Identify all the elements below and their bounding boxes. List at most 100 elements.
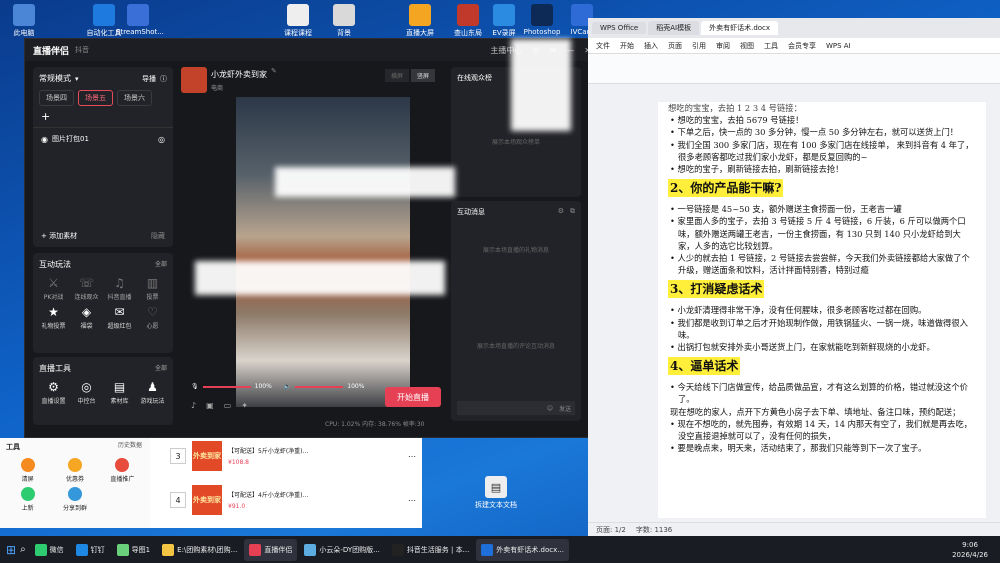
speaker-icon[interactable]: 🔈 [284,383,291,390]
hide-button[interactable]: 隐藏 [151,231,165,241]
interactive-all-link[interactable]: 全部 [155,259,167,270]
menu-item[interactable]: 审阅 [716,41,730,51]
taskbar-item[interactable]: E:\团购素材\团购... [157,539,242,561]
menu-item[interactable]: 开始 [620,41,634,51]
menu-item[interactable]: WPS AI [826,42,851,50]
speaker-volume-slider[interactable] [295,385,344,388]
interactive-tool[interactable]: ▥ 投票 [138,276,167,301]
taskbar-item[interactable]: 外卖有虾话术.docx... [476,538,569,561]
source-item[interactable]: ◉ 图片打包01 ◎ [33,127,173,150]
desktop-icon[interactable]: 背景 [322,4,366,38]
shop-tool[interactable]: 优惠券 [53,458,96,483]
product-row[interactable]: 3 外卖到家 【可配送】5斤小龙虾(净重)... ¥108.8 ⋯ [170,438,416,474]
desktop-icon[interactable]: StreamShot... [116,4,164,36]
send-button[interactable]: 发送 [559,404,571,413]
avatar[interactable] [181,67,207,93]
scene-tab[interactable]: 场景五 [78,90,113,106]
more-icon[interactable]: ⋯ [408,452,416,461]
menu-item[interactable]: 视图 [740,41,754,51]
app-icon [531,4,553,26]
source-item-label: 图片打包01 [51,135,89,143]
desktop-icon[interactable]: 此电脑 [2,4,46,38]
camera-icon[interactable]: ▣ [206,401,214,410]
desktop-icon[interactable]: 课程课程 [276,4,320,38]
interactive-tool[interactable]: ◈ 福袋 [72,305,101,330]
doc-paragraph: • 我们全国 300 多家门店，现在有 100 多家门店在线接单， 来到抖音有 … [670,139,974,162]
desktop-file[interactable]: ▤ 拆建文本文档 [474,476,518,510]
live-tool[interactable]: ⚙ 直播设置 [39,380,68,405]
doc-heading-2: 2、你的产品能干嘛? [668,179,784,198]
live-tool[interactable]: ▤ 素材库 [105,380,134,405]
shop-tool[interactable]: 上新 [6,487,49,512]
interactive-tool[interactable]: ☏ 连线观众 [72,276,101,301]
interactive-tool[interactable]: ⚔ PK对战 [39,276,68,301]
taskbar-item[interactable]: 导图1 [112,539,155,561]
wps-writer-window: WPS Office 稻壳AI模板 外卖有虾话术.docx 文件 开始 插入 页面 引用 审阅… [588,18,1000,536]
edit-icon[interactable]: ✎ [271,67,277,75]
taskbar-item[interactable]: 抖音生活服务 | 本... [387,539,474,561]
portrait-option[interactable]: 竖屏 [411,69,436,82]
streamer-name: 小龙虾外卖到家 [211,69,267,79]
interactive-tool[interactable]: ★ 礼物投票 [39,305,68,330]
clock-time: 9:06 [962,540,978,549]
taskbar-item-label: 抖音生活服务 | 本... [406,545,470,554]
document-page[interactable]: 想吃的宝宝，去拍 1 2 3 4 号链接： • 想吃的宝宝，去拍 5679 号链… [658,102,986,518]
taskbar-item[interactable]: 直播伴侣 [244,538,298,561]
chevron-down-icon[interactable]: ▾ [75,75,79,83]
product-row[interactable]: 4 外卖到家 【可配送】4斤小龙虾(净重)... ¥91.0 ⋯ [170,482,416,518]
video-preview[interactable] [236,97,410,407]
shop-tool[interactable]: 直播推广 [101,458,144,483]
add-material-button[interactable]: + 添加素材 [41,231,77,241]
start-live-button[interactable]: 开始直播 [385,387,441,407]
chat-input[interactable]: ☺ 发送 [457,401,575,415]
wps-tab[interactable]: WPS Office [592,22,647,34]
wps-tab[interactable]: 外卖有虾话术.docx [701,21,779,35]
visibility-icon[interactable]: ◎ [158,135,165,144]
add-scene-icon[interactable]: + [33,110,173,123]
live-tool[interactable]: ◎ 中控台 [72,380,101,405]
settings-icon[interactable]: ⚙ [558,207,564,217]
interactive-tool[interactable]: ♫ 抖音直播 [105,276,134,301]
audio-settings-icon[interactable]: ♪ [191,401,196,410]
wps-tab[interactable]: 稻壳AI模板 [648,21,700,35]
help-icon[interactable]: ⓘ [160,74,167,84]
menu-item[interactable]: 文件 [596,41,610,51]
taskbar-item[interactable]: 钉钉 [71,539,110,561]
history-link[interactable]: 历史数据 [118,440,142,449]
live-tool[interactable]: ♟ 游戏玩法 [138,380,167,405]
more-icon[interactable]: ⋯ [408,496,416,505]
scene-tab[interactable]: 场景六 [117,90,152,106]
shop-tool[interactable]: 分享到群 [53,487,96,512]
emoji-icon[interactable]: ☺ [547,405,553,412]
search-icon[interactable]: ⌕ [20,544,26,555]
tool-label: 直播设置 [41,398,66,405]
clock[interactable]: 9:06 2026/4/26 [952,540,1000,560]
mode-dropdown[interactable]: 常规模式 [39,73,71,84]
menu-item[interactable]: 工具 [764,41,778,51]
interactive-tool[interactable]: ✉ 超级红包 [105,305,134,330]
landscape-option[interactable]: 横屏 [385,69,410,82]
tool-label: 素材库 [110,398,129,405]
guide-label[interactable]: 导播 [142,74,156,84]
effects-icon[interactable]: ✦ [241,401,248,410]
menu-item[interactable]: 引用 [692,41,706,51]
mic-volume-slider[interactable] [202,385,251,388]
menu-item[interactable]: 会员专享 [788,41,816,51]
taskbar-item[interactable]: 微信 [30,539,69,561]
perf-status: CPU: 1.02% 内存: 38.76% 帧率:30 [325,421,425,428]
menu-item[interactable]: 页面 [668,41,682,51]
desktop-icon[interactable]: 直播大屏 [398,4,442,38]
desktop-icon[interactable]: Photoshop [520,4,564,36]
interactive-tool[interactable]: ♡ 心愿 [138,305,167,330]
live-tools-all-link[interactable]: 全部 [155,363,167,374]
start-icon[interactable]: ⊞ [6,543,16,557]
taskbar-item[interactable]: 小云朵-DY团购版... [299,539,384,561]
microphone-icon[interactable]: 🎙 [191,383,199,390]
eye-icon[interactable]: ◉ [41,135,48,144]
scene-tab[interactable]: 场景四 [39,90,74,106]
shop-tool[interactable]: 清屏 [6,458,49,483]
menu-item[interactable]: 插入 [644,41,658,51]
redaction-overlay [195,261,445,295]
popout-icon[interactable]: ⧉ [570,207,575,217]
screen-record-icon[interactable]: ▭ [224,401,232,410]
